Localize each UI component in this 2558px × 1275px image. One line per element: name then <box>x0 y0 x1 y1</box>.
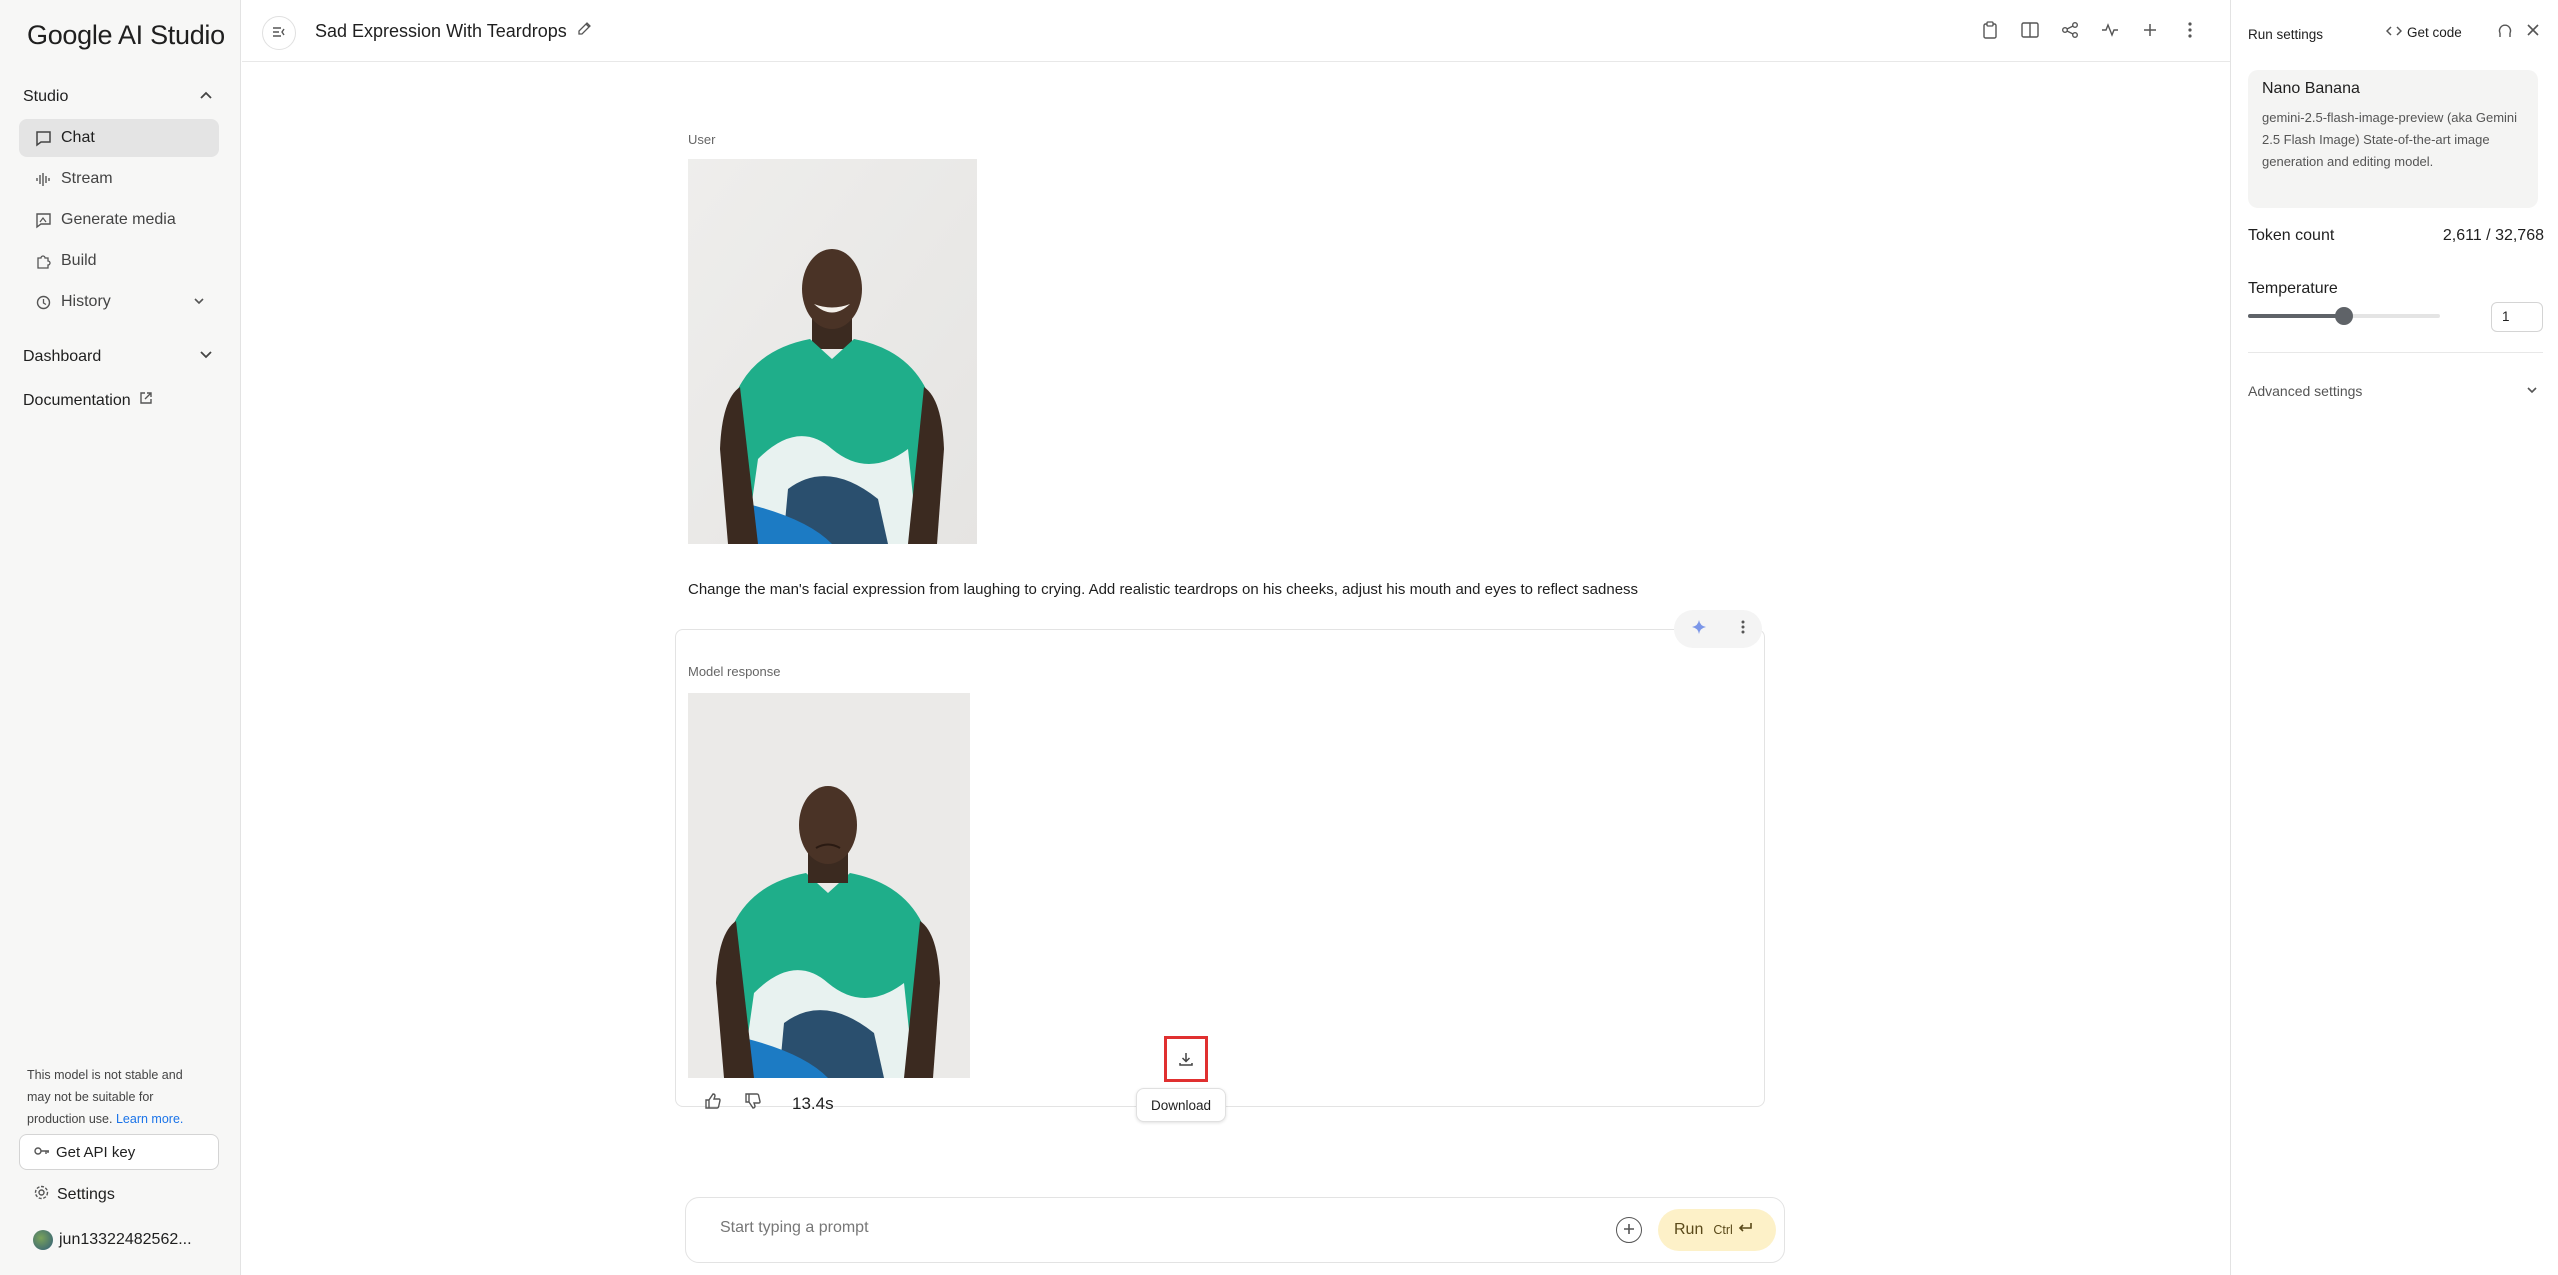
api-key-label: Get API key <box>56 1143 136 1161</box>
media-icon <box>33 212 53 229</box>
advanced-settings-label: Advanced settings <box>2248 383 2363 399</box>
chevron-down-icon <box>193 295 205 310</box>
user-prompt-text: Change the man's facial expression from … <box>688 581 1639 598</box>
sidebar-item-label: Chat <box>61 129 95 146</box>
compare-models-icon[interactable] <box>2100 18 2120 42</box>
more-vert-icon[interactable] <box>2180 18 2200 42</box>
get-code-label: Get code <box>2407 25 2462 40</box>
app-logo[interactable]: Google AI Studio <box>27 20 225 51</box>
settings-button[interactable]: Settings <box>33 1184 115 1206</box>
sidebar-item-label: History <box>61 293 111 310</box>
learn-more-link[interactable]: Learn more. <box>116 1112 183 1126</box>
share-icon[interactable] <box>2060 18 2080 42</box>
divider <box>2248 352 2543 353</box>
temperature-row: Temperature <box>2248 280 2544 298</box>
dashboard-label: Dashboard <box>23 347 102 365</box>
advanced-settings-toggle[interactable]: Advanced settings <box>2248 383 2538 399</box>
documentation-label: Documentation <box>23 391 131 409</box>
user-role-label: User <box>688 132 716 147</box>
documentation-link[interactable]: Documentation <box>23 391 213 410</box>
sidebar-item-build[interactable]: Build <box>19 242 219 280</box>
token-count-row: Token count 2,611 / 32,768 <box>2248 227 2544 245</box>
plus-icon <box>1623 1222 1635 1239</box>
studio-section-header[interactable]: Studio <box>23 88 213 106</box>
chevron-down-icon <box>199 347 213 366</box>
dashboard-section-header[interactable]: Dashboard <box>23 347 213 366</box>
history-icon <box>33 294 53 311</box>
page-title: Sad Expression With Teardrops <box>315 21 567 41</box>
studio-label: Studio <box>23 88 69 105</box>
user-name: jun13322482562... <box>59 1231 192 1248</box>
token-count-value: 2,611 / 32,768 <box>2442 227 2544 244</box>
account-button[interactable]: jun13322482562... <box>33 1230 192 1250</box>
sidebar-item-chat[interactable]: Chat <box>19 119 219 157</box>
add-media-button[interactable] <box>1616 1217 1642 1243</box>
model-role-label: Model response <box>688 664 781 679</box>
model-stability-note: This model is not stable and may not be … <box>27 1064 207 1130</box>
model-name: Nano Banana <box>2262 80 2360 97</box>
sparkle-icon[interactable] <box>1691 619 1706 639</box>
more-vert-icon[interactable] <box>1741 620 1745 639</box>
sidebar-item-generate-media[interactable]: Generate media <box>19 201 219 239</box>
run-settings-title: Run settings <box>2248 27 2324 42</box>
toggle-sidebar-button[interactable] <box>262 16 296 50</box>
code-icon <box>2385 25 2403 40</box>
clipboard-icon[interactable] <box>1980 18 2000 42</box>
temperature-label: Temperature <box>2248 280 2338 297</box>
sidebar-item-stream[interactable]: Stream <box>19 160 219 198</box>
temperature-slider[interactable] <box>2248 307 2440 325</box>
user-uploaded-image <box>688 159 977 544</box>
key-icon <box>34 1144 50 1161</box>
top-bar: Sad Expression With Teardrops <box>242 0 2230 62</box>
settings-label: Settings <box>57 1186 115 1203</box>
get-api-key-button[interactable]: Get API key <box>19 1134 219 1170</box>
thumbs-down-icon[interactable] <box>744 1092 762 1115</box>
add-icon[interactable] <box>2140 18 2160 42</box>
run-button[interactable]: Run Ctrl <box>1658 1209 1776 1251</box>
run-shortcut: Ctrl <box>1713 1223 1733 1237</box>
temperature-slider-fill <box>2248 314 2344 318</box>
model-description: gemini-2.5-flash-image-preview (aka Gemi… <box>2262 110 2518 169</box>
model-selector[interactable]: Nano Banana gemini-2.5-flash-image-previ… <box>2248 70 2538 208</box>
response-time: 13.4s <box>792 1093 834 1113</box>
compare-icon[interactable] <box>2020 18 2040 42</box>
reset-icon[interactable] <box>2497 23 2513 43</box>
chevron-down-icon <box>2526 383 2538 399</box>
edit-title-icon[interactable] <box>576 21 592 41</box>
run-settings-panel: Run settings Get code Nano Banana gemini… <box>2230 0 2558 1275</box>
puzzle-icon <box>33 253 53 270</box>
external-link-icon <box>139 391 153 410</box>
download-tooltip: Download <box>1136 1088 1227 1122</box>
response-feedback: 13.4s <box>704 1092 834 1115</box>
prompt-bar: Run Ctrl <box>685 1197 1785 1263</box>
thumbs-up-icon[interactable] <box>704 1092 722 1115</box>
temperature-slider-thumb[interactable] <box>2335 307 2353 325</box>
top-actions <box>1980 18 2200 42</box>
enter-key-icon <box>1737 1221 1753 1239</box>
gear-icon <box>33 1184 50 1206</box>
download-icon <box>1179 1053 1193 1066</box>
chat-icon <box>33 130 53 147</box>
sidebar-item-label: Build <box>61 252 97 269</box>
token-count-label: Token count <box>2248 227 2335 244</box>
chat-area: User Change the man's facial expression … <box>242 63 2230 1275</box>
response-toolbar <box>1674 610 1762 648</box>
sidebar-item-history[interactable]: History <box>19 283 219 321</box>
close-icon[interactable] <box>2526 23 2540 41</box>
get-code-button[interactable]: Get code <box>2385 25 2462 40</box>
download-button[interactable] <box>1164 1036 1208 1082</box>
waveform-icon <box>33 171 53 188</box>
menu-collapse-icon <box>272 25 286 41</box>
sidebar-item-label: Generate media <box>61 211 176 228</box>
app-root: Google AI Studio Studio Chat Stream Gene… <box>0 0 2558 1275</box>
avatar <box>33 1230 53 1250</box>
temperature-input[interactable]: 1 <box>2491 302 2543 332</box>
sidebar-item-label: Stream <box>61 170 113 187</box>
chevron-up-icon <box>199 89 213 106</box>
prompt-input[interactable] <box>720 1219 1570 1237</box>
sidebar: Google AI Studio Studio Chat Stream Gene… <box>0 0 241 1275</box>
run-label: Run <box>1674 1221 1704 1238</box>
model-generated-image <box>688 693 970 1078</box>
